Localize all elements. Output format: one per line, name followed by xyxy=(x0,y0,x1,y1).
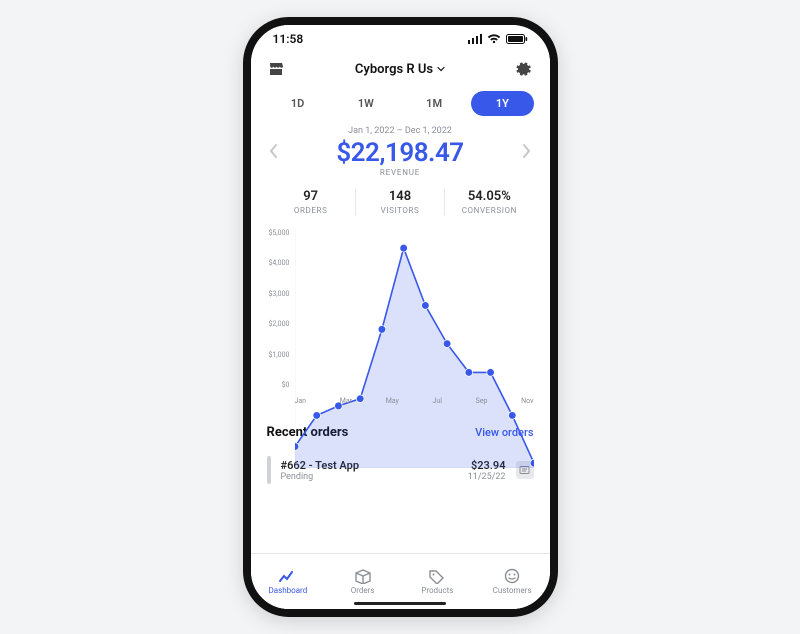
nav-tab-label: Orders xyxy=(351,586,375,595)
face-icon xyxy=(502,568,522,584)
y-tick: $1,000 xyxy=(268,351,289,359)
date-range-label: Jan 1, 2022 – Dec 1, 2022 xyxy=(267,126,534,136)
gear-icon xyxy=(516,61,532,77)
time-range-selector: 1D1W1M1Y xyxy=(267,91,534,116)
y-tick: $0 xyxy=(282,381,290,389)
x-tick: Nov xyxy=(521,397,533,405)
cellular-icon xyxy=(468,34,482,44)
nav-tab-customers[interactable]: Customers xyxy=(475,568,550,595)
kpi-row: 97 ORDERS148 VISITORS54.05% CONVERSION xyxy=(267,189,534,221)
battery-icon xyxy=(506,34,528,44)
dashboard-content: 1D1W1M1Y Jan 1, 2022 – Dec 1, 2022 $22,1… xyxy=(251,85,550,553)
kpi-conversion[interactable]: 54.05% CONVERSION xyxy=(444,189,533,215)
nav-tab-label: Customers xyxy=(493,586,532,595)
range-tab-1m[interactable]: 1M xyxy=(403,91,465,116)
kpi-value: 97 xyxy=(267,189,355,204)
x-tick: Mar xyxy=(340,397,352,405)
kpi-label: ORDERS xyxy=(267,206,355,215)
kpi-label: CONVERSION xyxy=(445,206,533,215)
nav-tab-label: Products xyxy=(421,586,453,595)
nav-tab-label: Dashboard xyxy=(269,586,308,595)
home-indicator xyxy=(354,602,446,606)
nav-tab-dashboard[interactable]: Dashboard xyxy=(251,568,326,595)
app-header: Cyborgs R Us xyxy=(251,53,550,85)
store-name: Cyborgs R Us xyxy=(355,62,433,77)
y-tick: $2,000 xyxy=(268,320,289,328)
x-tick: Sep xyxy=(476,397,488,405)
chevron-down-icon xyxy=(437,62,445,77)
chart-y-axis: $5,000 $4,000 $3,000 $2,000 $1,000 $0 xyxy=(267,229,293,389)
status-indicators xyxy=(468,34,528,44)
chart-line-icon xyxy=(278,568,298,584)
wifi-icon xyxy=(487,34,501,44)
y-tick: $3,000 xyxy=(268,290,289,298)
nav-tab-products[interactable]: Products xyxy=(400,568,475,595)
kpi-value: 148 xyxy=(356,189,444,204)
screen: 11:58 C xyxy=(251,25,550,609)
revenue-chart: $5,000 $4,000 $3,000 $2,000 $1,000 $0 Jan Mar M… xyxy=(267,229,534,411)
y-tick: $5,000 xyxy=(268,229,289,237)
chart-x-axis: Jan Mar May Jul Sep Nov xyxy=(295,397,534,405)
order-status: Pending xyxy=(281,472,458,482)
status-bar: 11:58 xyxy=(251,25,550,53)
x-tick: Jan xyxy=(295,397,307,405)
revenue-amount: $22,198.47 xyxy=(336,138,463,168)
range-tab-1w[interactable]: 1W xyxy=(335,91,397,116)
kpi-orders[interactable]: 97 ORDERS xyxy=(267,189,355,215)
x-tick: May xyxy=(386,397,399,405)
nav-tab-orders[interactable]: Orders xyxy=(325,568,400,595)
chart-plot xyxy=(295,229,534,468)
package-icon xyxy=(353,568,373,584)
y-tick: $4,000 xyxy=(268,259,289,267)
chevron-right-icon xyxy=(521,143,531,159)
revenue-summary: $22,198.47 xyxy=(267,138,534,168)
x-tick: Jul xyxy=(433,397,442,405)
prev-period-button[interactable] xyxy=(267,139,281,168)
kpi-visitors[interactable]: 148 VISITORS xyxy=(355,189,444,215)
settings-button[interactable] xyxy=(515,60,533,78)
phone-frame: 11:58 C xyxy=(243,17,558,617)
tag-icon xyxy=(427,568,447,584)
kpi-value: 54.05% xyxy=(445,189,533,204)
kpi-label: VISITORS xyxy=(356,206,444,215)
storefront-icon[interactable] xyxy=(267,60,285,78)
range-tab-1y[interactable]: 1Y xyxy=(471,91,533,116)
order-date: 11/25/22 xyxy=(468,472,506,482)
status-time: 11:58 xyxy=(273,32,304,46)
chevron-left-icon xyxy=(269,143,279,159)
order-status-indicator xyxy=(267,456,271,484)
next-period-button[interactable] xyxy=(519,139,533,168)
range-tab-1d[interactable]: 1D xyxy=(267,91,329,116)
revenue-caption: REVENUE xyxy=(267,168,534,177)
store-selector[interactable]: Cyborgs R Us xyxy=(355,62,445,77)
